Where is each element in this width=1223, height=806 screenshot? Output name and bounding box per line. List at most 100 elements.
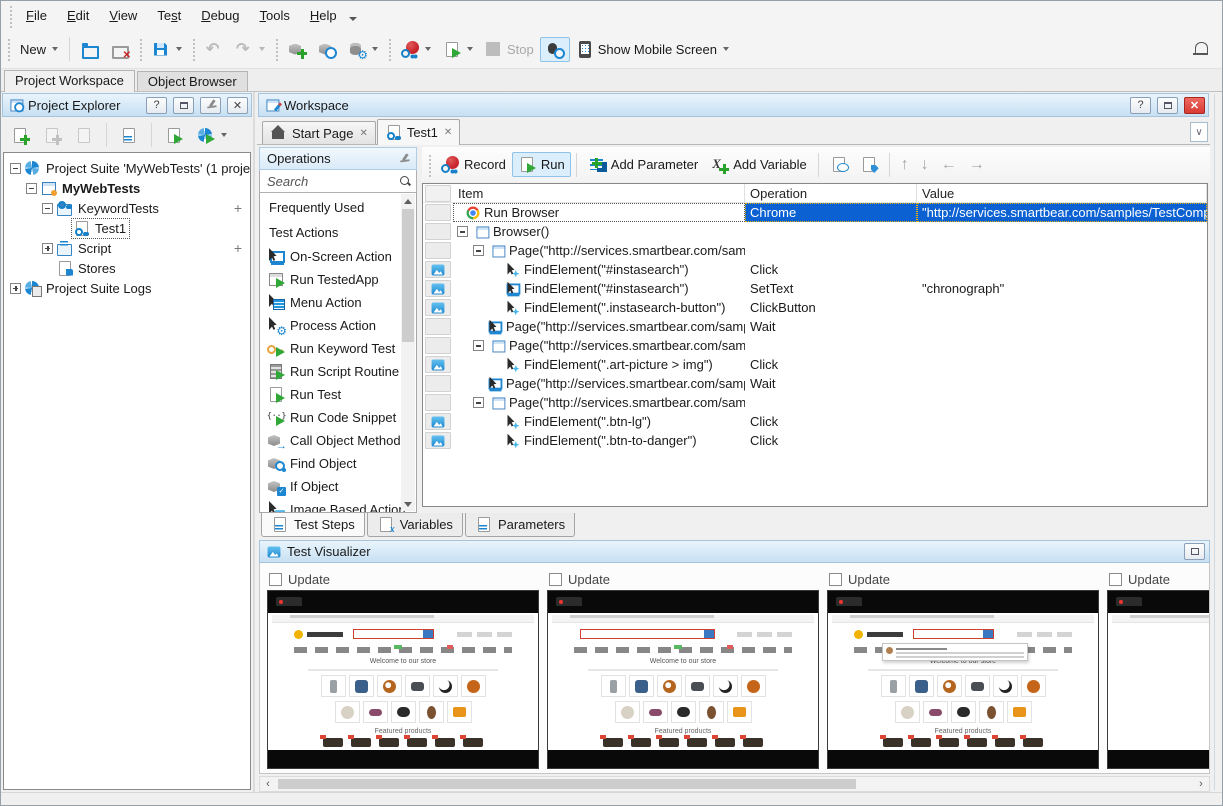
- test-step-row[interactable]: Page("http://services.smartbear.com/samp…: [423, 317, 1207, 336]
- operation-cell[interactable]: [745, 241, 917, 260]
- move-up-button[interactable]: ↑: [895, 156, 915, 174]
- collapse-expander-icon[interactable]: [473, 245, 484, 256]
- tab-object-browser[interactable]: Object Browser: [137, 71, 248, 92]
- record-test-button[interactable]: Record: [435, 152, 512, 177]
- test-step-row[interactable]: Run BrowserChrome"http://services.smartb…: [423, 203, 1207, 222]
- tab-project-workspace[interactable]: Project Workspace: [4, 70, 135, 92]
- operation-item[interactable]: Call Object Method: [260, 429, 400, 452]
- menu-help[interactable]: Help: [300, 5, 347, 26]
- scrollbar-thumb[interactable]: [402, 209, 414, 342]
- tree-item[interactable]: KeywordTests+: [4, 198, 250, 218]
- scroll-down-arrow[interactable]: [401, 497, 415, 511]
- collapse-expander-icon[interactable]: [457, 226, 468, 237]
- item-cell[interactable]: FindElement(".art-picture > img"): [453, 355, 745, 374]
- close-panel-button[interactable]: ✕: [227, 97, 248, 114]
- test-step-row[interactable]: FindElement(".btn-to-danger")Click: [423, 431, 1207, 450]
- value-cell[interactable]: [917, 431, 1207, 450]
- operation-item[interactable]: Run TestedApp: [260, 268, 400, 291]
- operation-item[interactable]: Run Test: [260, 383, 400, 406]
- item-cell[interactable]: Page("http://services.smartbear.com/samp…: [453, 393, 745, 412]
- dropdown-caret-icon[interactable]: [221, 133, 227, 137]
- item-cell[interactable]: Page("http://services.smartbear.com/samp…: [453, 241, 745, 260]
- item-cell[interactable]: FindElement(".btn-to-danger"): [453, 431, 745, 450]
- open-item-button[interactable]: [69, 123, 99, 148]
- stores-options-button[interactable]: [342, 37, 384, 62]
- operation-cell[interactable]: ClickButton: [745, 298, 917, 317]
- test-step-row[interactable]: FindElement(".art-picture > img")Click: [423, 355, 1207, 374]
- hscroll-thumb[interactable]: [278, 779, 856, 789]
- value-cell[interactable]: [917, 241, 1207, 260]
- operation-cell[interactable]: SetText: [745, 279, 917, 298]
- redo-button[interactable]: [229, 37, 271, 62]
- add-child-button[interactable]: +: [234, 200, 242, 216]
- run-test-button[interactable]: Run: [512, 152, 571, 177]
- hscroll-track[interactable]: [276, 777, 1193, 791]
- tree-item[interactable]: Project Suite Logs: [4, 278, 250, 298]
- workspace-restore-button[interactable]: [1157, 97, 1178, 114]
- record-toolbar-button[interactable]: [395, 37, 437, 62]
- show-mobile-screen-button[interactable]: Show Mobile Screen: [570, 37, 735, 62]
- test-step-row[interactable]: FindElement("#instasearch")Click: [423, 260, 1207, 279]
- search-input[interactable]: Search: [267, 174, 399, 189]
- dropdown-caret-icon[interactable]: [176, 47, 182, 51]
- value-cell[interactable]: [917, 336, 1207, 355]
- undo-button[interactable]: [199, 37, 229, 62]
- operation-item[interactable]: On-Screen Action: [260, 245, 400, 268]
- tab-list-dropdown[interactable]: ∨: [1190, 122, 1208, 142]
- menu-edit[interactable]: Edit: [57, 5, 99, 26]
- collapse-expander-icon[interactable]: [26, 183, 37, 194]
- operations-search[interactable]: Search: [259, 170, 417, 193]
- close-button[interactable]: [105, 37, 135, 62]
- item-cell[interactable]: Page("http://services.smartbear.com/samp…: [453, 317, 745, 336]
- dropdown-caret-icon[interactable]: [52, 47, 58, 51]
- run-project-suite-button[interactable]: [191, 123, 233, 148]
- tree-item[interactable]: MyWebTests: [4, 178, 250, 198]
- item-cell[interactable]: FindElement(".btn-lg"): [453, 412, 745, 431]
- expand-expander-icon[interactable]: [10, 283, 21, 294]
- visualizer-thumbnail[interactable]: Welcome to our storeFeatured products: [267, 590, 539, 769]
- visualizer-minimize-button[interactable]: [1184, 543, 1205, 560]
- value-cell[interactable]: [917, 260, 1207, 279]
- operation-item[interactable]: Process Action: [260, 314, 400, 337]
- operation-item[interactable]: Menu Action: [260, 291, 400, 314]
- update-checkbox[interactable]: [549, 573, 562, 586]
- test-step-row[interactable]: Page("http://services.smartbear.com/samp…: [423, 241, 1207, 260]
- restore-button[interactable]: [173, 97, 194, 114]
- hscroll-left-arrow[interactable]: ‹: [260, 778, 276, 790]
- dropdown-caret-icon[interactable]: [723, 47, 729, 51]
- move-left-button[interactable]: ←: [935, 156, 963, 174]
- operation-item[interactable]: Run Keyword Test: [260, 337, 400, 360]
- collapse-expander-icon[interactable]: [42, 203, 53, 214]
- run-project-button[interactable]: [159, 123, 189, 148]
- operation-item[interactable]: Image Based Action: [260, 498, 400, 513]
- operations-pin-icon[interactable]: [397, 151, 412, 166]
- operation-item[interactable]: If Object: [260, 475, 400, 498]
- item-cell[interactable]: Run Browser: [453, 203, 745, 222]
- operation-cell[interactable]: Wait: [745, 374, 917, 393]
- operation-item[interactable]: Run Script Routine: [260, 360, 400, 383]
- dropdown-caret-icon[interactable]: [372, 47, 378, 51]
- tree-item[interactable]: Project Suite 'MyWebTests' (1 project): [4, 158, 250, 178]
- expand-expander-icon[interactable]: [42, 243, 53, 254]
- operation-cell[interactable]: Click: [745, 431, 917, 450]
- organize-items-button[interactable]: [114, 123, 144, 148]
- doc-tab-test1[interactable]: Test1✕: [377, 119, 460, 145]
- add-item-button[interactable]: [5, 123, 35, 148]
- value-cell[interactable]: [917, 298, 1207, 317]
- test-step-row[interactable]: Page("http://services.smartbear.com/samp…: [423, 336, 1207, 355]
- value-cell[interactable]: [917, 317, 1207, 336]
- close-tab-icon[interactable]: ✕: [444, 127, 452, 138]
- help-button[interactable]: ?: [146, 97, 167, 114]
- operation-cell[interactable]: [745, 336, 917, 355]
- test-step-row[interactable]: Page("http://services.smartbear.com/samp…: [423, 393, 1207, 412]
- value-cell[interactable]: [917, 412, 1207, 431]
- operation-item[interactable]: Run Code Snippet: [260, 406, 400, 429]
- value-cell[interactable]: "http://services.smartbear.com/samples/T…: [917, 203, 1207, 222]
- menu-test[interactable]: Test: [147, 5, 191, 26]
- test-step-row[interactable]: Page("http://services.smartbear.com/samp…: [423, 374, 1207, 393]
- visualizer-thumbnail[interactable]: Welcome to our storeFeatured products: [827, 590, 1099, 769]
- item-cell[interactable]: Browser(): [453, 222, 745, 241]
- visualizer-hscrollbar[interactable]: ‹ ›: [259, 776, 1210, 792]
- operation-cell[interactable]: Click: [745, 355, 917, 374]
- item-cell[interactable]: FindElement(".instasearch-button"): [453, 298, 745, 317]
